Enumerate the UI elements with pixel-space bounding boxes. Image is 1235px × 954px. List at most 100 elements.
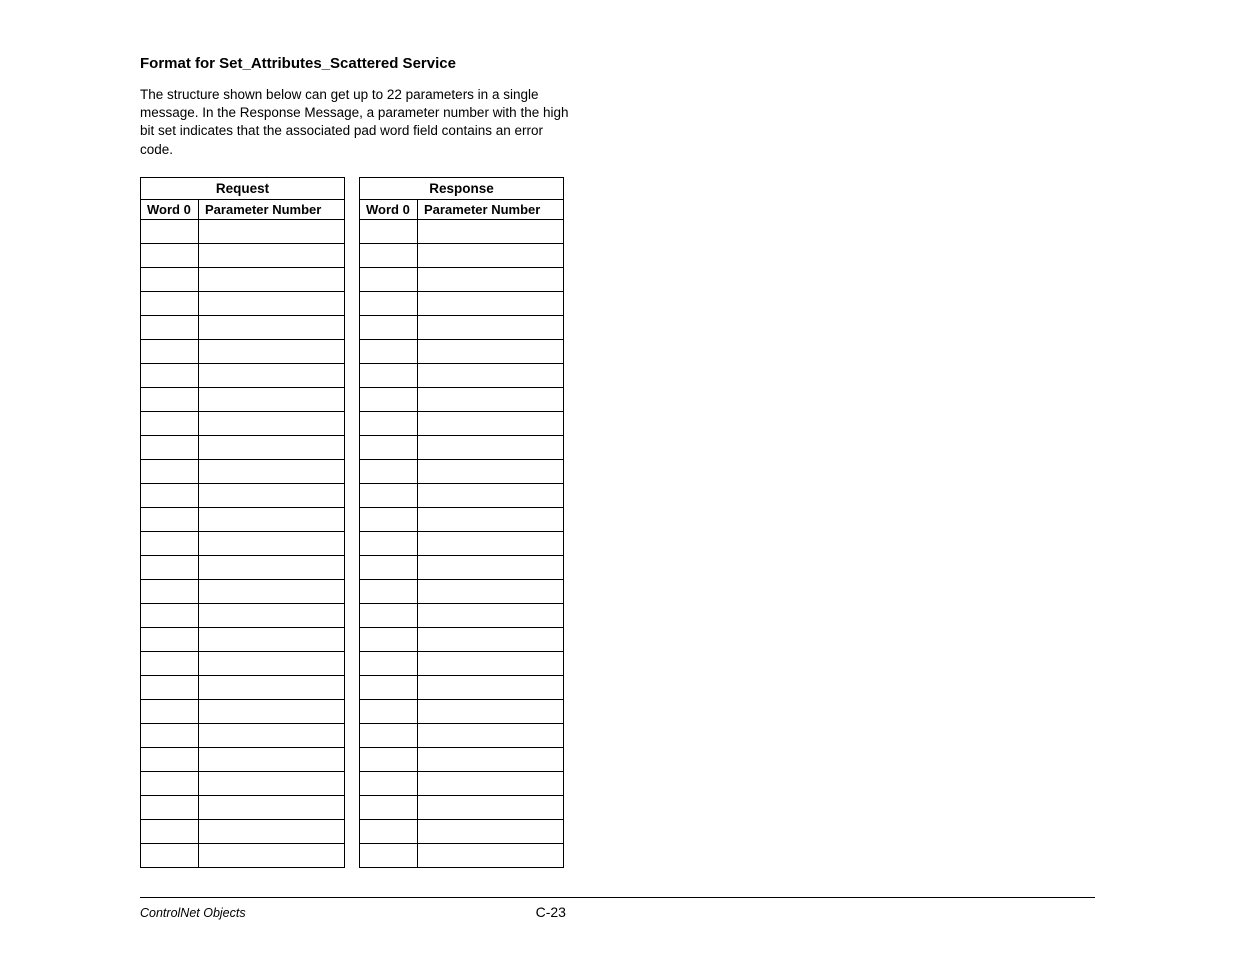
table-row	[360, 339, 564, 363]
word-cell	[141, 435, 199, 459]
word-cell	[141, 555, 199, 579]
table-row	[141, 843, 345, 867]
table-row	[360, 747, 564, 771]
table-row	[360, 627, 564, 651]
tables-container: Request Word 0 Parameter Number Response…	[140, 177, 1095, 868]
word-cell	[360, 579, 418, 603]
table-row	[141, 315, 345, 339]
param-cell	[199, 363, 345, 387]
page-footer: ControlNet Objects C-23	[140, 897, 1095, 920]
table-row	[141, 291, 345, 315]
param-cell	[418, 267, 564, 291]
table-row	[141, 579, 345, 603]
word-cell	[360, 771, 418, 795]
table-row	[360, 243, 564, 267]
word-cell	[360, 219, 418, 243]
param-cell	[199, 699, 345, 723]
table-row	[141, 675, 345, 699]
table-row	[141, 219, 345, 243]
word-cell	[360, 819, 418, 843]
word-cell	[141, 651, 199, 675]
word-cell	[141, 243, 199, 267]
param-cell	[418, 483, 564, 507]
table-row	[141, 267, 345, 291]
word-cell	[141, 603, 199, 627]
table-row	[360, 459, 564, 483]
param-cell	[418, 675, 564, 699]
table-row	[360, 603, 564, 627]
param-cell	[418, 243, 564, 267]
word-cell	[360, 795, 418, 819]
param-cell	[199, 339, 345, 363]
request-col-param: Parameter Number	[199, 199, 345, 219]
table-row	[360, 579, 564, 603]
param-cell	[199, 627, 345, 651]
table-row	[141, 723, 345, 747]
word-cell	[360, 747, 418, 771]
table-row	[141, 459, 345, 483]
param-cell	[418, 459, 564, 483]
param-cell	[199, 435, 345, 459]
word-cell	[141, 339, 199, 363]
param-cell	[199, 507, 345, 531]
param-cell	[199, 675, 345, 699]
table-row	[141, 795, 345, 819]
word-cell	[360, 315, 418, 339]
word-cell	[360, 651, 418, 675]
word-cell	[360, 339, 418, 363]
param-cell	[418, 723, 564, 747]
body-paragraph: The structure shown below can get up to …	[140, 86, 570, 159]
param-cell	[418, 579, 564, 603]
table-row	[141, 411, 345, 435]
table-row	[360, 723, 564, 747]
word-cell	[360, 627, 418, 651]
word-cell	[360, 723, 418, 747]
param-cell	[418, 291, 564, 315]
table-row	[141, 339, 345, 363]
param-cell	[199, 291, 345, 315]
table-row	[141, 699, 345, 723]
table-row	[141, 387, 345, 411]
param-cell	[199, 771, 345, 795]
response-col-word: Word 0	[360, 199, 418, 219]
table-row	[141, 651, 345, 675]
param-cell	[199, 579, 345, 603]
param-cell	[418, 219, 564, 243]
word-cell	[141, 267, 199, 291]
param-cell	[418, 507, 564, 531]
param-cell	[418, 699, 564, 723]
word-cell	[360, 531, 418, 555]
word-cell	[141, 507, 199, 531]
param-cell	[199, 531, 345, 555]
word-cell	[360, 387, 418, 411]
word-cell	[360, 507, 418, 531]
word-cell	[360, 411, 418, 435]
table-row	[360, 675, 564, 699]
table-row	[360, 219, 564, 243]
table-row	[141, 435, 345, 459]
param-cell	[199, 723, 345, 747]
param-cell	[418, 819, 564, 843]
param-cell	[418, 843, 564, 867]
table-row	[360, 771, 564, 795]
request-col-word: Word 0	[141, 199, 199, 219]
table-row	[360, 387, 564, 411]
table-row	[360, 651, 564, 675]
table-row	[141, 747, 345, 771]
table-row	[141, 603, 345, 627]
request-table: Request Word 0 Parameter Number	[140, 177, 345, 868]
word-cell	[141, 459, 199, 483]
word-cell	[141, 411, 199, 435]
table-row	[360, 555, 564, 579]
word-cell	[141, 531, 199, 555]
word-cell	[141, 819, 199, 843]
word-cell	[141, 747, 199, 771]
word-cell	[360, 843, 418, 867]
table-row	[141, 243, 345, 267]
table-row	[360, 435, 564, 459]
param-cell	[199, 747, 345, 771]
word-cell	[360, 267, 418, 291]
param-cell	[418, 315, 564, 339]
table-row	[360, 699, 564, 723]
table-row	[141, 507, 345, 531]
